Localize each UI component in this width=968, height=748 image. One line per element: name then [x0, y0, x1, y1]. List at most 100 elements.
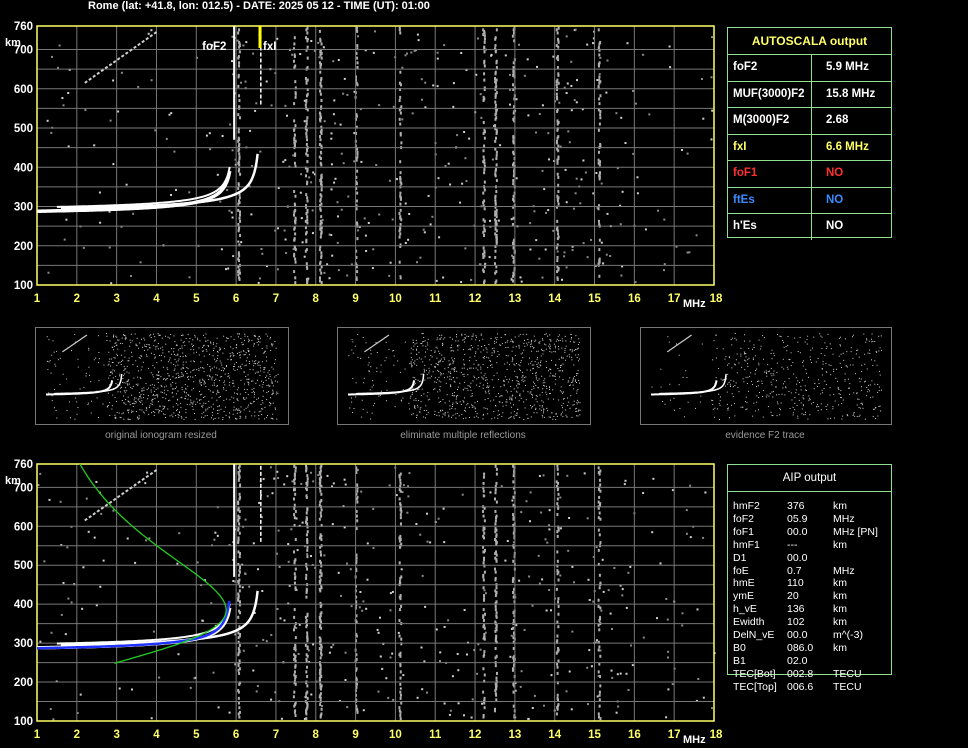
- thumb-speckle: [424, 370, 426, 372]
- thumb-speckle: [570, 382, 572, 384]
- thumb-speckle: [230, 336, 232, 338]
- thumb-speckle: [560, 386, 562, 388]
- thumb-speckle: [362, 408, 364, 410]
- thumb-speckle: [122, 382, 124, 384]
- thumb-speckle: [150, 391, 152, 393]
- thumb-speckle: [116, 336, 118, 338]
- thumb-speckle: [224, 384, 226, 386]
- autoscala-value: NO: [826, 167, 844, 179]
- thumb-speckle: [141, 366, 143, 368]
- thumb-speckle: [182, 342, 184, 344]
- thumb-speckle: [245, 391, 247, 393]
- thumb-speckle: [157, 378, 159, 380]
- thumb-speckle: [220, 369, 222, 371]
- thumb-speckle: [752, 348, 754, 350]
- thumb-speckle: [562, 416, 564, 418]
- thumb-speckle: [388, 348, 390, 350]
- thumb-speckle: [715, 377, 717, 379]
- aip-param-unit: km: [833, 616, 847, 629]
- thumb-speckle: [844, 338, 846, 340]
- thumb-speckle: [210, 370, 212, 372]
- thumb-speckle: [777, 403, 779, 405]
- thumb-speckle: [874, 408, 876, 410]
- thumb-speckle: [182, 352, 184, 354]
- thumb-speckle: [530, 416, 532, 418]
- thumb-speckle: [149, 405, 151, 407]
- thumb-speckle: [541, 348, 543, 350]
- thumb-speckle: [438, 370, 440, 372]
- autoscala-row: h'Es NO: [728, 214, 891, 240]
- aip-param-unit: m^(-3): [833, 629, 864, 641]
- thumb-speckle: [138, 417, 140, 419]
- thumb-speckle: [549, 343, 551, 345]
- thumb-speckle: [56, 417, 58, 419]
- thumb-speckle: [766, 394, 768, 396]
- thumb-speckle: [838, 338, 840, 340]
- thumb-speckle: [245, 415, 247, 417]
- thumb-speckle: [471, 335, 473, 337]
- thumb-speckle: [194, 375, 196, 377]
- thumb-speckle: [451, 393, 453, 395]
- thumb-speckle: [554, 375, 556, 377]
- thumb-speckle: [766, 375, 768, 377]
- thumb-speckle: [494, 417, 496, 419]
- thumb-speckle: [131, 411, 133, 413]
- thumb-speckle: [487, 367, 489, 369]
- y-tick-label: 760: [14, 21, 33, 33]
- thumb-speckle: [119, 361, 121, 363]
- thumb-speckle: [115, 342, 117, 344]
- thumb-speckle: [472, 335, 474, 337]
- thumb-speckle: [763, 371, 765, 373]
- thumb-speckle: [231, 352, 233, 354]
- thumb-speckle: [257, 338, 259, 340]
- thumb-speckle: [476, 400, 478, 402]
- thumb-speckle: [845, 365, 847, 367]
- thumb-speckle: [363, 377, 365, 379]
- thumb-speckle: [150, 389, 152, 391]
- thumb-speckle: [576, 401, 578, 403]
- thumb-speckle: [741, 366, 743, 368]
- thumb-speckle: [796, 383, 798, 385]
- thumb-speckle: [229, 356, 231, 358]
- thumb-speckle: [497, 351, 499, 353]
- thumb-speckle: [576, 407, 578, 409]
- thumb-speckle: [760, 348, 762, 350]
- thumb-speckle: [440, 410, 442, 412]
- bottom-ionogram-labels: 760700600500400300200100km1 2 3 4 5 6 7 8 9 10 11 1…: [5, 459, 723, 746]
- thumb-speckle: [171, 348, 173, 350]
- thumb-speckle: [466, 404, 468, 406]
- thumb-speckle: [114, 397, 116, 399]
- thumb-speckle: [535, 408, 537, 410]
- thumb-speckle: [166, 378, 168, 380]
- thumb-speckle: [545, 333, 547, 335]
- thumb-speckle: [469, 367, 471, 369]
- thumb-speckle: [475, 359, 477, 361]
- thumb-speckle: [160, 376, 162, 378]
- thumb-speckle: [797, 341, 799, 343]
- thumb-speckle: [266, 360, 268, 362]
- thumb-speckle: [507, 340, 509, 342]
- thumb-speckle: [203, 411, 205, 413]
- thumb-speckle: [462, 400, 464, 402]
- thumb-speckle: [864, 418, 866, 420]
- thumb-speckle: [568, 385, 570, 387]
- thumb-speckle: [139, 396, 141, 398]
- thumb-speckle: [434, 351, 436, 353]
- thumb-speckle: [461, 334, 463, 336]
- thumb-speckle: [504, 376, 506, 378]
- thumb-speckle: [52, 340, 54, 342]
- thumb-speckle: [432, 371, 434, 373]
- thumb-speckle: [866, 395, 868, 397]
- thumb-speckle: [493, 386, 495, 388]
- thumb-speckle: [146, 356, 148, 358]
- thumb-speckle: [185, 412, 187, 414]
- thumb-speckle: [491, 379, 493, 381]
- thumb-speckle: [440, 374, 442, 376]
- thumb-speckle: [452, 377, 454, 379]
- thumb-speckle: [127, 360, 129, 362]
- thumb-speckle: [817, 410, 819, 412]
- thumb-speckle: [507, 346, 509, 348]
- thumb-speckle: [800, 385, 802, 387]
- thumb-speckle: [782, 341, 784, 343]
- thumb-speckle: [158, 372, 160, 374]
